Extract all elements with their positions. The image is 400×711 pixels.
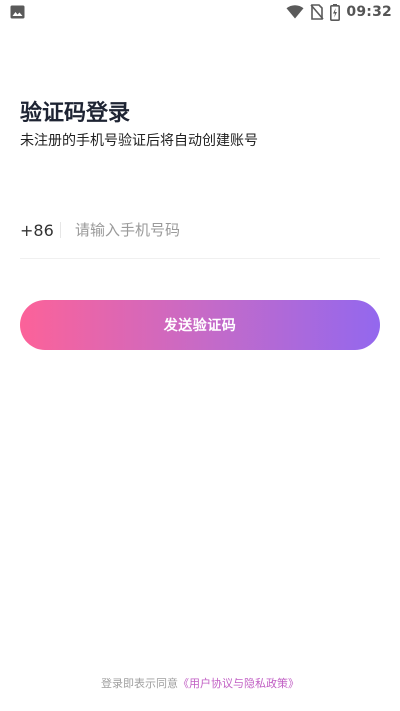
country-code[interactable]: +86 [20,221,56,240]
user-agreement-link[interactable]: 《用户协议与隐私政策》 [178,677,299,690]
send-code-button[interactable]: 发送验证码 [20,300,380,350]
agreement-notice: 登录即表示同意《用户协议与隐私政策》 [0,676,400,692]
image-icon [10,5,26,19]
page-subtitle: 未注册的手机号验证后将自动创建账号 [20,133,258,149]
phone-number-input[interactable] [75,218,380,242]
phone-input-underline [20,258,380,259]
status-bar: 09:32 [0,0,400,24]
status-time: 09:32 [346,4,392,20]
no-sim-icon [310,4,325,20]
page-title: 验证码登录 [20,101,131,126]
send-code-button-label: 发送验证码 [163,318,237,334]
wifi-icon [286,5,304,19]
phone-input-row: +86 [20,208,380,252]
agreement-prefix: 登录即表示同意 [101,677,178,690]
country-code-divider [60,222,61,238]
battery-charging-icon [330,3,341,21]
status-icons: 09:32 [286,3,392,21]
